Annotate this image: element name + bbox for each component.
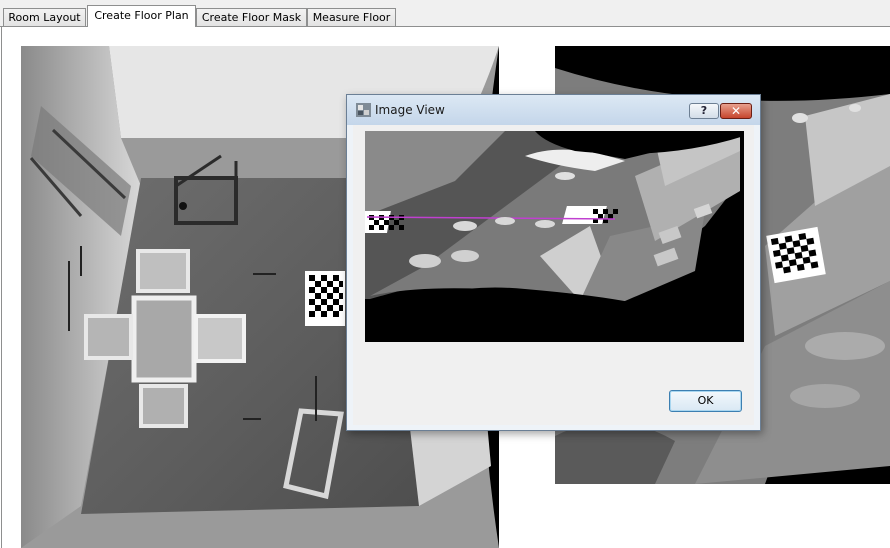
dialog-title-bar[interactable]: Image View ? ✕ bbox=[347, 95, 760, 125]
tab-measure-floor[interactable]: Measure Floor bbox=[307, 8, 396, 26]
dialog-title: Image View bbox=[375, 103, 445, 117]
image-view-dialog[interactable]: Image View ? ✕ OK bbox=[346, 94, 761, 431]
stitched-image-preview[interactable] bbox=[365, 131, 744, 342]
tab-create-floor-plan[interactable]: Create Floor Plan bbox=[87, 5, 196, 27]
app-icon bbox=[356, 103, 371, 117]
tab-create-floor-mask[interactable]: Create Floor Mask bbox=[196, 8, 307, 26]
help-button[interactable]: ? bbox=[689, 103, 719, 119]
tab-room-layout[interactable]: Room Layout bbox=[3, 8, 86, 26]
dialog-body: OK bbox=[353, 125, 754, 425]
tab-bar: Room Layout Create Floor Plan Create Flo… bbox=[0, 0, 890, 27]
close-button[interactable]: ✕ bbox=[720, 103, 752, 119]
ok-button[interactable]: OK bbox=[669, 390, 742, 412]
